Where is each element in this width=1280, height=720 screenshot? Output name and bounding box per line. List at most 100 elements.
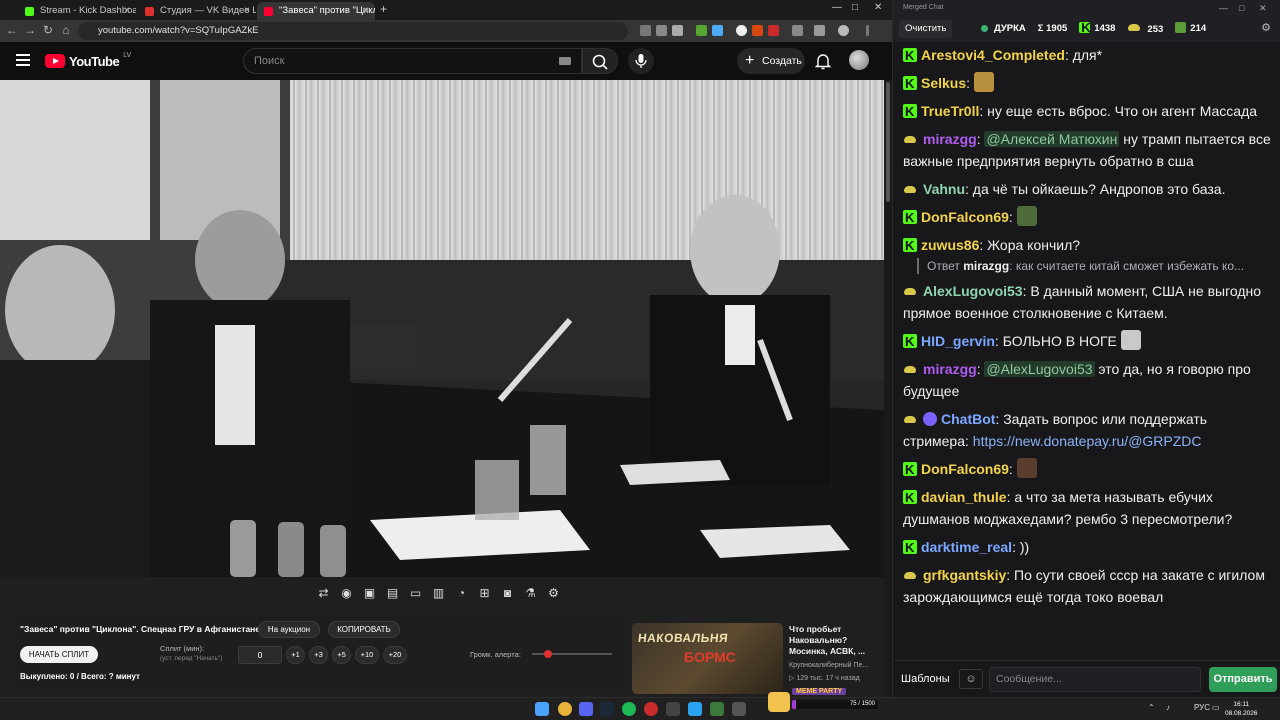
username[interactable]: DonFalcon69 xyxy=(921,209,1009,225)
username[interactable]: AlexLugovoi53 xyxy=(923,283,1023,299)
close-tab-icon[interactable]: × xyxy=(244,2,250,20)
new-tab-button[interactable]: + xyxy=(380,2,387,16)
chat-message[interactable]: Vahnu: да чё ты ойкаешь? Андропов это ба… xyxy=(903,178,1271,200)
app-icon[interactable] xyxy=(710,702,724,716)
youtube-logo[interactable]: YouTube LV xyxy=(45,52,131,69)
username[interactable]: darktime_real xyxy=(921,539,1012,555)
templates-button[interactable]: Шаблоны xyxy=(901,669,950,689)
close-window-icon[interactable]: ✕ xyxy=(874,2,882,13)
tab-kick-dashboard[interactable]: Stream - Kick Dashboard × xyxy=(18,2,136,20)
meme-party-widget[interactable]: MEME PARTY 75 / 1500 xyxy=(768,688,880,720)
username[interactable]: davian_thule xyxy=(921,489,1007,505)
increment-10-button[interactable]: +10 xyxy=(355,646,379,664)
chrome-icon[interactable] xyxy=(558,702,572,716)
chat-messages[interactable]: Arestovi4_Completed: для* Selkus: TrueTr0… xyxy=(893,44,1280,660)
chat-message[interactable]: TrueTr0ll: ну еще есть вброс. Что он аге… xyxy=(903,100,1271,123)
chat-message[interactable]: darktime_real: )) xyxy=(903,536,1271,559)
home-icon[interactable]: ⌂ xyxy=(58,23,74,37)
create-button[interactable]: + Создать xyxy=(737,48,805,74)
voice-search-button[interactable] xyxy=(628,48,654,74)
slider-knob[interactable] xyxy=(544,650,552,658)
subtitles-icon[interactable]: ▥ xyxy=(429,584,448,603)
recommendation-title[interactable]: Что пробьет Наковальню? Мосинка, АСВК, .… xyxy=(789,624,881,657)
video-player[interactable] xyxy=(0,80,884,577)
username[interactable]: mirazgg xyxy=(923,131,977,147)
broadcast-icon[interactable]: ◉ xyxy=(337,584,356,603)
discord-icon[interactable] xyxy=(579,702,593,716)
username[interactable]: Arestovi4_Completed xyxy=(921,47,1065,63)
settings-gear-icon[interactable]: ⚙ xyxy=(1259,21,1273,35)
page-scrollbar[interactable] xyxy=(884,80,892,697)
obs-icon[interactable] xyxy=(644,702,658,716)
app-icon[interactable] xyxy=(666,702,680,716)
start-split-button[interactable]: НАЧАТЬ СПЛИТ xyxy=(20,646,98,663)
translate-icon[interactable] xyxy=(656,25,667,36)
username[interactable]: mirazgg xyxy=(923,361,977,377)
send-button[interactable]: Отправить xyxy=(1209,667,1277,692)
username[interactable]: zuwus86 xyxy=(921,237,979,253)
start-icon[interactable] xyxy=(535,702,549,716)
username[interactable]: ChatBot xyxy=(941,411,995,427)
username[interactable]: TrueTr0ll xyxy=(921,103,979,119)
url-input[interactable]: youtube.com/watch?v=SQTuIpGAZkE xyxy=(78,22,628,40)
extension-icon[interactable] xyxy=(712,25,723,36)
copy-button[interactable]: КОПИРОВАТЬ xyxy=(328,621,400,638)
donate-link[interactable]: https://new.donatepay.ru/@GRPZDC xyxy=(973,433,1202,449)
chat-message[interactable]: ChatBot: Задать вопрос или поддержать ст… xyxy=(903,408,1271,452)
extension-icon[interactable] xyxy=(736,25,747,36)
add-icon[interactable]: ⊞ xyxy=(475,584,494,603)
extension-icon[interactable] xyxy=(768,25,779,36)
network-icon[interactable]: ▭ xyxy=(1212,703,1220,712)
maximize-icon[interactable]: □ xyxy=(1239,0,1244,16)
mic-icon[interactable]: ♪ xyxy=(1166,703,1170,712)
tray-chevron-icon[interactable]: ⌃ xyxy=(1148,703,1155,712)
chat-message[interactable]: Selkus: xyxy=(903,72,1271,95)
reload-icon[interactable]: ↻ xyxy=(40,23,56,37)
chat-message[interactable]: AlexLugovoi53: В данный момент, США не в… xyxy=(903,280,1271,324)
username[interactable]: DonFalcon69 xyxy=(921,461,1009,477)
forward-icon[interactable]: → xyxy=(22,23,38,37)
chat-message[interactable]: davian_thule: а что за мета называть ебу… xyxy=(903,486,1271,530)
search-input[interactable]: Поиск xyxy=(243,48,582,74)
close-tab-icon[interactable]: × xyxy=(124,2,130,20)
speed-icon[interactable]: ◔ xyxy=(452,584,471,603)
star-icon[interactable] xyxy=(672,25,683,36)
increment-3-button[interactable]: +3 xyxy=(309,646,328,664)
clapperboard-icon[interactable]: ▤ xyxy=(383,584,402,603)
language-indicator[interactable]: РУС xyxy=(1194,703,1210,712)
recommendation-channel[interactable]: Крупнокалиберный Пе... xyxy=(789,662,868,669)
minimize-icon[interactable]: — xyxy=(1219,0,1228,16)
split-minutes-input[interactable]: 0 xyxy=(238,646,282,664)
recommended-video[interactable]: НАКОВАЛЬНЯ БОРМС Что пробьет Наковальню?… xyxy=(632,620,884,694)
pip-icon[interactable]: ▭ xyxy=(406,584,425,603)
clear-button[interactable]: Очистить xyxy=(899,20,953,38)
maximize-icon[interactable]: □ xyxy=(852,2,858,13)
auction-button[interactable]: На аукцион xyxy=(258,621,320,638)
increment-5-button[interactable]: +5 xyxy=(332,646,351,664)
emoji-button[interactable]: ☺ xyxy=(959,669,983,689)
mention[interactable]: @Алексей Матюхин xyxy=(984,131,1120,147)
chat-message[interactable]: mirazgg: @AlexLugovoi53 это да, но я гов… xyxy=(903,358,1271,402)
reply-preview[interactable]: Ответ mirazgg: как считаете китай сможет… xyxy=(917,258,1271,274)
chat-message[interactable]: Arestovi4_Completed: для* xyxy=(903,44,1271,67)
back-icon[interactable]: ← xyxy=(4,23,20,37)
tab-youtube-video[interactable]: "Завеса" против "Циклона" × xyxy=(257,2,375,20)
chat-message[interactable]: DonFalcon69: xyxy=(903,458,1271,481)
video-thumbnail[interactable]: НАКОВАЛЬНЯ БОРМС xyxy=(632,623,783,694)
username[interactable]: Vahnu xyxy=(923,181,965,197)
search-button[interactable] xyxy=(582,48,618,74)
hamburger-menu-icon[interactable] xyxy=(16,54,30,66)
loop-icon[interactable]: ⇄ xyxy=(314,584,333,603)
alert-volume-slider[interactable] xyxy=(532,650,612,658)
telegram-icon[interactable] xyxy=(688,702,702,716)
close-tab-icon[interactable]: × xyxy=(363,2,369,20)
menu-dots-icon[interactable] xyxy=(866,25,869,36)
chat-message[interactable]: mirazgg: @Алексей Матюхин ну трамп пытае… xyxy=(903,128,1271,172)
username[interactable]: HID_gervin xyxy=(921,333,995,349)
tab-vk-studio[interactable]: Студия — VK Видео Live × xyxy=(138,2,256,20)
message-input[interactable]: Сообщение... xyxy=(989,667,1201,692)
increment-20-button[interactable]: +20 xyxy=(383,646,407,664)
downloads-icon[interactable] xyxy=(814,25,825,36)
search-icon[interactable] xyxy=(640,25,651,36)
extension-icon[interactable] xyxy=(696,25,707,36)
